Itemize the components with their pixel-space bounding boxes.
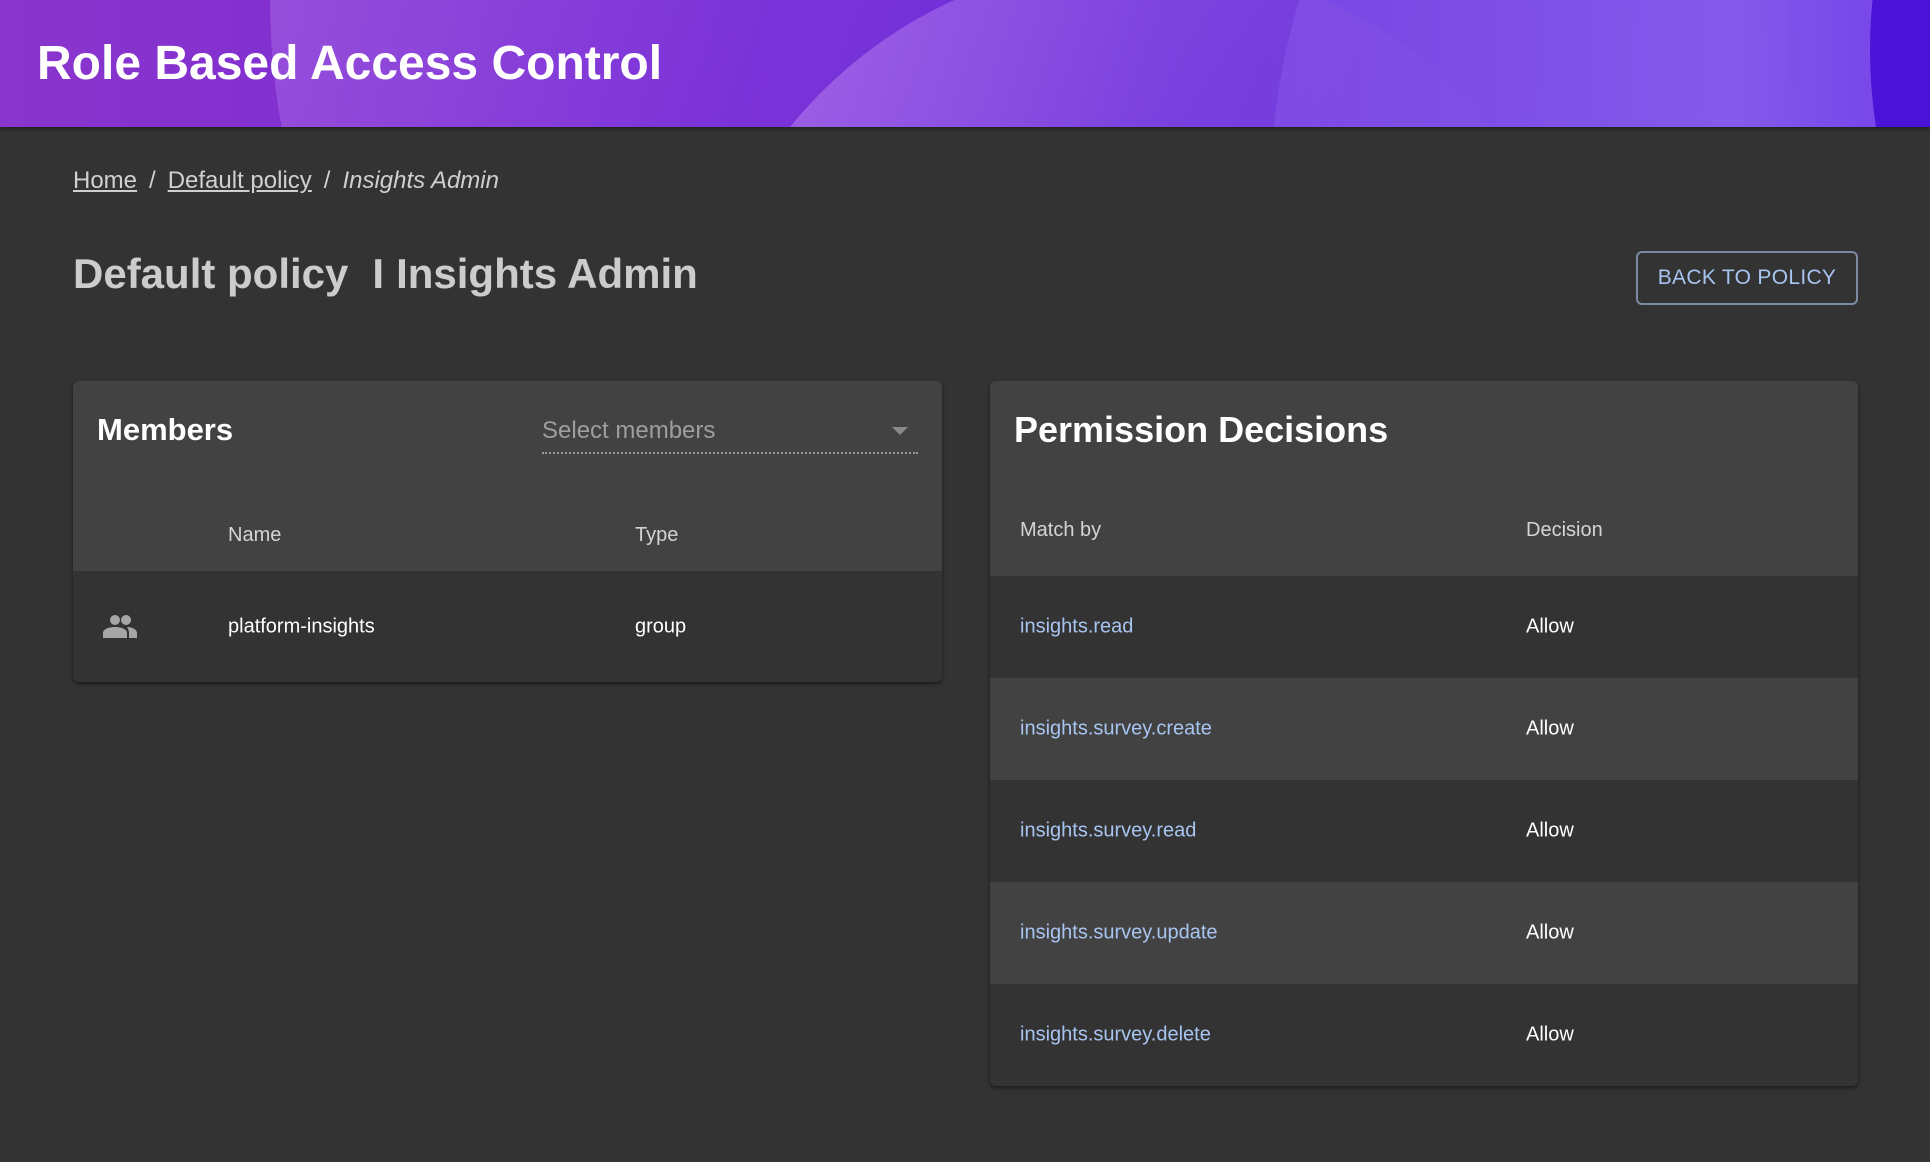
breadcrumb: Home / Default policy / Insights Admin <box>73 167 499 195</box>
breadcrumb-current: Insights Admin <box>342 167 499 194</box>
column-header-type: Type <box>635 524 679 546</box>
column-header-match-by: Match by <box>1020 519 1102 541</box>
app-title: Role Based Access Control <box>37 37 663 90</box>
group-icon <box>102 614 138 640</box>
member-name: platform-insights <box>228 615 375 637</box>
breadcrumb-home-link[interactable]: Home <box>73 167 137 195</box>
table-row: insights.survey.create Allow <box>990 678 1858 780</box>
column-header-decision: Decision <box>1526 519 1603 541</box>
members-table-body: platform-insights group <box>73 571 942 682</box>
page-title: Default policy I Insights Admin <box>73 250 698 298</box>
permission-match-link[interactable]: insights.survey.update <box>1020 922 1218 945</box>
table-row: insights.survey.read Allow <box>990 780 1858 882</box>
header-decoration <box>1870 0 1930 127</box>
permissions-title: Permission Decisions <box>1014 409 1389 450</box>
table-row: insights.survey.delete Allow <box>990 984 1858 1086</box>
permission-decision: Allow <box>1526 819 1574 842</box>
column-header-name: Name <box>228 524 282 546</box>
members-panel-header: Members Select members Name Type <box>73 381 942 571</box>
page-title-divider: I <box>372 250 385 297</box>
permission-match-link[interactable]: insights.survey.read <box>1020 820 1196 843</box>
header-decoration <box>690 0 1590 127</box>
breadcrumb-separator: / <box>323 167 331 194</box>
app-header: Role Based Access Control <box>0 0 1930 127</box>
table-row: insights.read Allow <box>990 576 1858 678</box>
table-row[interactable]: platform-insights group <box>73 571 942 682</box>
table-row: insights.survey.update Allow <box>990 882 1858 984</box>
header-decoration <box>1270 0 1930 127</box>
members-panel: Members Select members Name Type platfor… <box>73 381 942 682</box>
permissions-panel-header: Permission Decisions Match by Decision <box>990 381 1858 576</box>
members-title: Members <box>97 412 234 447</box>
select-members-dropdown[interactable]: Select members <box>542 411 918 454</box>
member-type: group <box>635 615 687 637</box>
permission-match-link[interactable]: insights.read <box>1020 616 1133 639</box>
permission-decision: Allow <box>1526 717 1574 740</box>
chevron-down-icon <box>892 427 908 435</box>
permission-decision: Allow <box>1526 615 1574 638</box>
select-members-placeholder: Select members <box>542 417 716 444</box>
back-to-policy-button[interactable]: BACK TO POLICY <box>1636 251 1858 305</box>
permission-decision: Allow <box>1526 921 1574 944</box>
page-title-policy: Default policy <box>73 250 349 297</box>
breadcrumb-policy-link[interactable]: Default policy <box>168 167 312 195</box>
permission-decisions-panel: Permission Decisions Match by Decision i… <box>990 381 1858 1086</box>
permission-decision: Allow <box>1526 1023 1574 1046</box>
permissions-table-body: insights.read Allow insights.survey.crea… <box>990 576 1858 1086</box>
permission-match-link[interactable]: insights.survey.create <box>1020 718 1212 741</box>
permission-match-link[interactable]: insights.survey.delete <box>1020 1024 1211 1047</box>
page-title-role: Insights Admin <box>396 250 698 297</box>
breadcrumb-separator: / <box>149 167 156 194</box>
